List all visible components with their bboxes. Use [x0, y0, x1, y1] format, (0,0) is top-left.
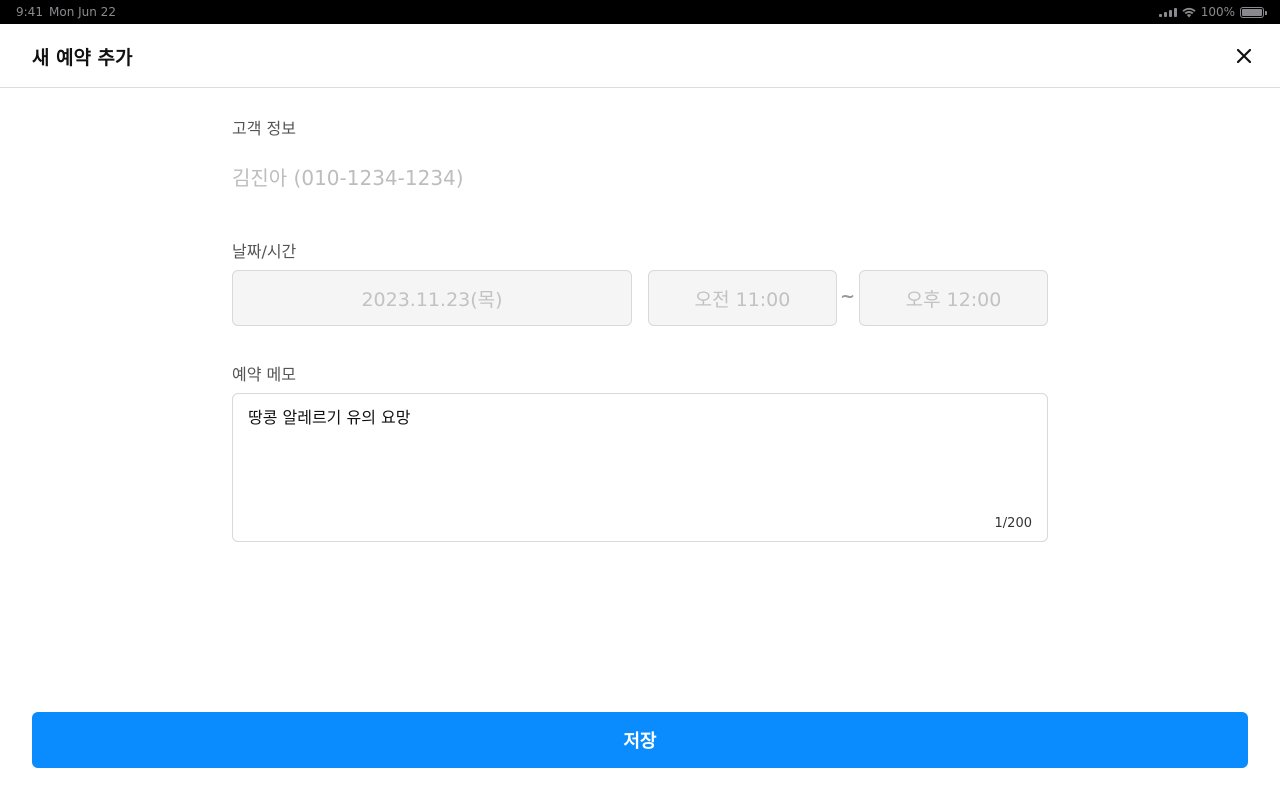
close-button[interactable] [1232, 44, 1256, 68]
status-bar: 9:41 Mon Jun 22 100% [0, 0, 1280, 24]
memo-char-counter: 1/200 [994, 516, 1032, 531]
close-icon [1237, 49, 1251, 63]
battery-icon [1240, 6, 1267, 18]
save-button[interactable]: 저장 [32, 712, 1248, 768]
memo-text: 땅콩 알레르기 유의 요망 [248, 408, 411, 427]
customer-info-label: 고객 정보 [232, 119, 296, 138]
customer-info-value: 김진아 (010-1234-1234) [232, 166, 464, 190]
time-range-separator: ~ [840, 286, 856, 307]
status-time: 9:41 [16, 5, 43, 19]
page-title: 새 예약 추가 [32, 47, 133, 69]
datetime-label: 날짜/시간 [232, 242, 297, 261]
status-date: Mon Jun 22 [49, 5, 116, 19]
wifi-icon [1182, 7, 1196, 17]
status-indicators: 100% [1158, 0, 1267, 24]
memo-textarea[interactable]: 땅콩 알레르기 유의 요망 1/200 [232, 393, 1048, 542]
memo-label: 예약 메모 [232, 365, 296, 384]
date-field[interactable]: 2023.11.23(목) [232, 270, 632, 326]
end-time-field[interactable]: 오후 12:00 [859, 270, 1048, 326]
start-time-field[interactable]: 오전 11:00 [648, 270, 837, 326]
cellular-signal-icon [1158, 7, 1177, 17]
modal-header: 새 예약 추가 [0, 24, 1280, 88]
battery-percent: 100% [1200, 5, 1235, 19]
